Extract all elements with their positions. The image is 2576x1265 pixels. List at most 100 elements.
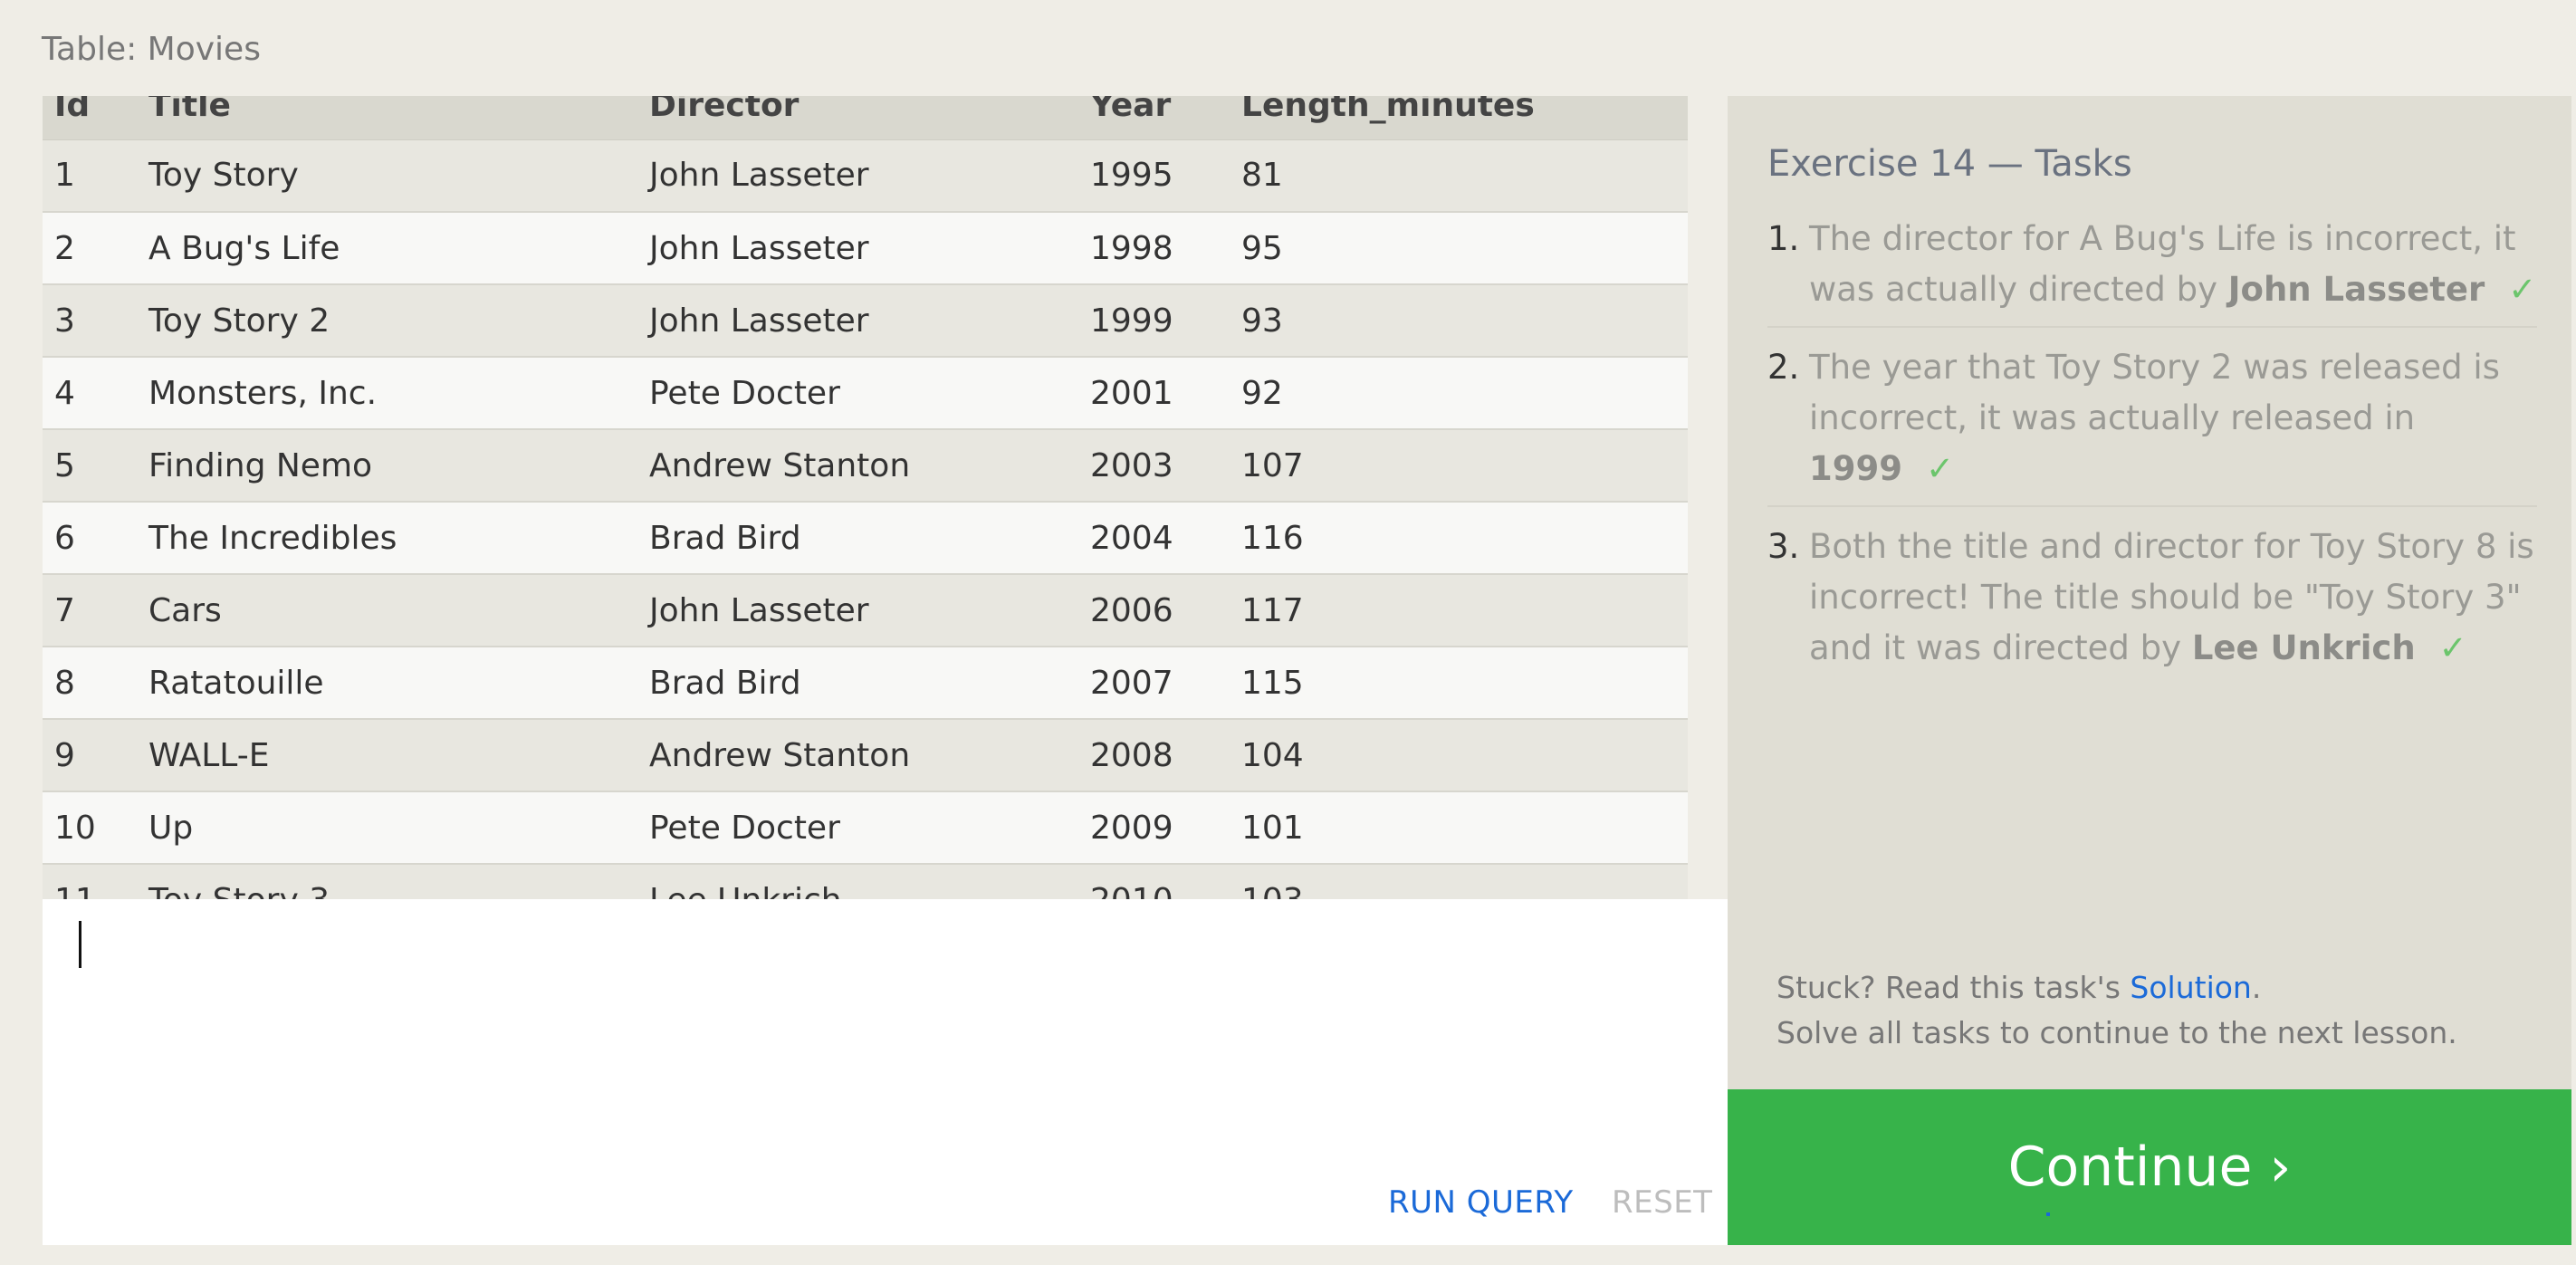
cell-id: 2 [43, 212, 137, 285]
task-list: 1. The director for A Bug's Life is inco… [1767, 214, 2537, 699]
table-row: 5 Finding Nemo Andrew Stanton 2003 107 [43, 429, 1688, 503]
cell-id: 5 [43, 429, 137, 503]
table-header-row: Id Title Director Year Length_minutes [43, 96, 1688, 140]
task-answer: Lee Unkrich [2191, 628, 2416, 667]
cell-director: John Lasseter [637, 139, 1078, 213]
cell-length: 107 [1230, 429, 1688, 503]
table-row: 1 Toy Story John Lasseter 1995 81 [43, 139, 1688, 213]
cell-year: 2001 [1078, 357, 1230, 430]
table-row: 8 Ratatouille Brad Bird 2007 115 [43, 647, 1688, 720]
cell-length: 81 [1230, 139, 1688, 213]
task-text: The year that Toy Story 2 was released i… [1809, 348, 2500, 437]
cell-title: Toy Story 2 [137, 284, 637, 358]
query-input[interactable] [43, 899, 1728, 1171]
task-item: 1. The director for A Bug's Life is inco… [1767, 214, 2537, 328]
checkmark-icon: ✓ [2438, 628, 2467, 667]
checkmark-icon: ✓ [2508, 270, 2537, 309]
cell-year: 2007 [1078, 647, 1230, 720]
cell-title: Toy Story 3 [137, 864, 637, 899]
cell-length: 93 [1230, 284, 1688, 358]
cell-length: 92 [1230, 357, 1688, 430]
column-header-length: Length_minutes [1230, 96, 1688, 140]
table-row: 7 Cars John Lasseter 2006 117 [43, 574, 1688, 647]
cell-id: 1 [43, 139, 137, 213]
cell-year: 2004 [1078, 502, 1230, 575]
run-query-button[interactable]: RUN QUERY [1388, 1180, 1574, 1225]
cell-title: Monsters, Inc. [137, 357, 637, 430]
cell-director: Pete Docter [637, 791, 1078, 865]
cell-year: 2010 [1078, 864, 1230, 899]
cell-length: 103 [1230, 864, 1688, 899]
continue-label: Continue › [2007, 1136, 2292, 1199]
continue-note: Solve all tasks to continue to the next … [1776, 1015, 2457, 1050]
cell-year: 1998 [1078, 212, 1230, 285]
column-header-director: Director [637, 96, 1078, 140]
task-item: 3. Both the title and director for Toy S… [1767, 522, 2537, 685]
table-row: 3 Toy Story 2 John Lasseter 1999 93 [43, 284, 1688, 358]
cell-year: 1995 [1078, 139, 1230, 213]
results-table-scroll-area[interactable]: Id Title Director Year Length_minutes 1T… [43, 96, 1688, 899]
tasks-panel: Exercise 14 — Tasks 1. The director for … [1728, 96, 2571, 1245]
reset-button[interactable]: RESET [1612, 1180, 1712, 1225]
cell-year: 2008 [1078, 719, 1230, 792]
task-text: Both the title and director for Toy Stor… [1809, 527, 2534, 667]
cell-director: John Lasseter [637, 284, 1078, 358]
table-row: 4 Monsters, Inc. Pete Docter 2001 92 [43, 357, 1688, 430]
cell-length: 115 [1230, 647, 1688, 720]
cell-title: Ratatouille [137, 647, 637, 720]
column-header-id: Id [43, 96, 137, 140]
column-header-year: Year [1078, 96, 1230, 140]
checkmark-icon: ✓ [1925, 449, 1954, 488]
table-row: 9 WALL-E Andrew Stanton 2008 104 [43, 719, 1688, 792]
cell-director: Pete Docter [637, 357, 1078, 430]
cell-director: Brad Bird [637, 502, 1078, 575]
cell-id: 11 [43, 864, 137, 899]
column-header-title: Title [137, 96, 637, 140]
movies-table: Id Title Director Year Length_minutes 1T… [43, 96, 1688, 899]
cell-director: Lee Unkrich [637, 864, 1078, 899]
cell-id: 9 [43, 719, 137, 792]
cell-year: 1999 [1078, 284, 1230, 358]
cell-id: 4 [43, 357, 137, 430]
table-row: 2A Bug's Life John Lasseter 1998 95 [43, 212, 1688, 285]
solution-link[interactable]: Solution [2130, 970, 2251, 1005]
help-text: Stuck? Read this task's Solution. Solve … [1776, 965, 2457, 1056]
cell-title: Toy Story [137, 139, 637, 213]
cell-director: Andrew Stanton [637, 719, 1078, 792]
task-number: 2. [1767, 348, 1800, 387]
stuck-suffix: . [2251, 970, 2262, 1005]
continue-button[interactable]: Continue › [1728, 1089, 2571, 1245]
cell-title: WALL-E [137, 719, 637, 792]
task-item: 2. The year that Toy Story 2 was release… [1767, 342, 2537, 507]
cell-id: 3 [43, 284, 137, 358]
cell-title: Finding Nemo [137, 429, 637, 503]
cell-length: 95 [1230, 212, 1688, 285]
task-answer: John Lasseter [2227, 270, 2485, 309]
cell-title: Cars [137, 574, 637, 647]
cell-director: Andrew Stanton [637, 429, 1078, 503]
sql-editor[interactable]: RUN QUERY RESET [43, 899, 1728, 1245]
tasks-heading: Exercise 14 — Tasks [1767, 143, 2132, 185]
cell-year: 2003 [1078, 429, 1230, 503]
cell-title: A Bug's Life [137, 212, 637, 285]
cell-year: 2009 [1078, 791, 1230, 865]
cell-length: 116 [1230, 502, 1688, 575]
task-number: 1. [1767, 219, 1800, 258]
cell-id: 6 [43, 502, 137, 575]
cell-director: John Lasseter [637, 212, 1078, 285]
results-table-panel: Id Title Director Year Length_minutes 1T… [43, 96, 1688, 899]
cell-title: Up [137, 791, 637, 865]
cell-director: Brad Bird [637, 647, 1078, 720]
cell-director: John Lasseter [637, 574, 1078, 647]
cell-year: 2006 [1078, 574, 1230, 647]
cell-length: 117 [1230, 574, 1688, 647]
cell-title: The Incredibles [137, 502, 637, 575]
cell-length: 104 [1230, 719, 1688, 792]
cell-id: 7 [43, 574, 137, 647]
table-row: 10 Up Pete Docter 2009 101 [43, 791, 1688, 865]
cell-id: 10 [43, 791, 137, 865]
cell-length: 101 [1230, 791, 1688, 865]
table-row: 11Toy Story 3Lee Unkrich2010103 [43, 864, 1688, 899]
task-answer: 1999 [1809, 449, 1902, 488]
table-title: Table: Movies [42, 31, 261, 68]
